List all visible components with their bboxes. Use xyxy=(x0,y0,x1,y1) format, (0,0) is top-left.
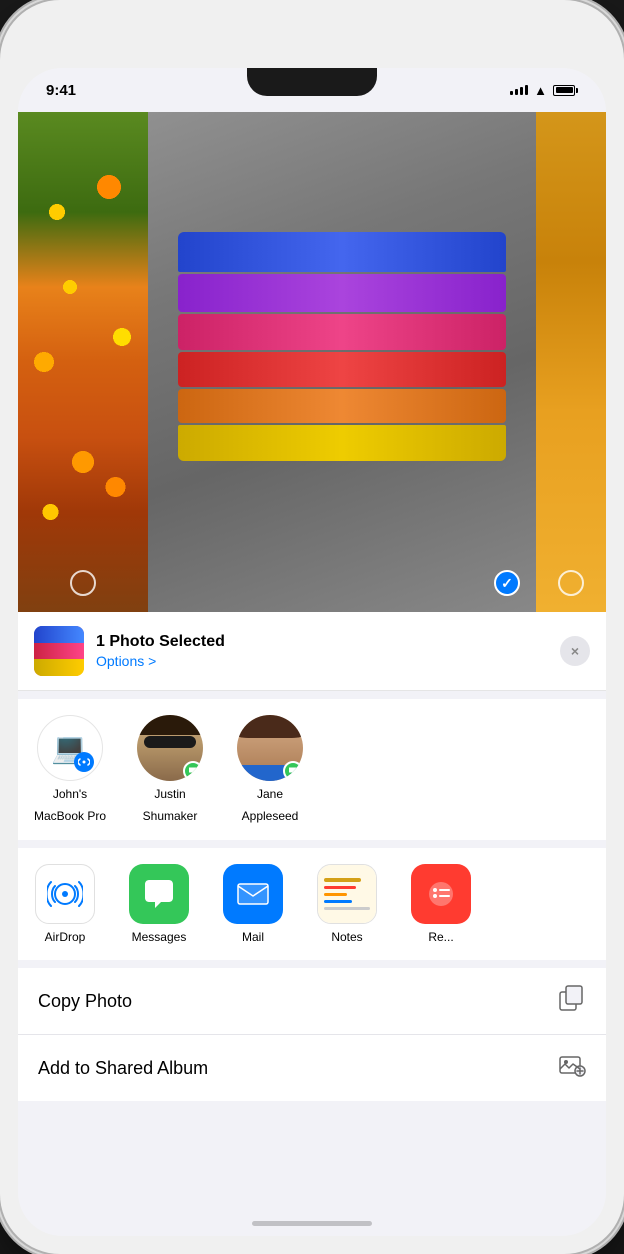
app-airdrop[interactable]: AirDrop xyxy=(30,864,100,944)
notes-line-2 xyxy=(324,893,347,896)
bar1 xyxy=(510,91,513,95)
status-bar: 9:41 ▲ xyxy=(18,68,606,112)
jane-name-1: Jane xyxy=(257,787,283,803)
contacts-row: 💻 John's MacBook Pro xyxy=(18,699,606,840)
share-title: 1 Photo Selected xyxy=(96,633,548,651)
share-header: 1 Photo Selected Options > × xyxy=(18,612,606,691)
mail-app-icon xyxy=(223,864,283,924)
share-title-area: 1 Photo Selected Options > xyxy=(96,633,548,669)
copy-photo-row[interactable]: Copy Photo xyxy=(18,968,606,1035)
jane-name-2: Appleseed xyxy=(242,809,299,825)
notes-label: Notes xyxy=(331,930,362,944)
bar4 xyxy=(525,85,528,95)
status-time: 9:41 xyxy=(46,82,76,99)
justin-name-2: Shumaker xyxy=(143,809,198,825)
signal-bars-icon xyxy=(510,85,528,95)
app-reminders[interactable]: Re... xyxy=(406,864,476,944)
messages-app-icon xyxy=(129,864,189,924)
notes-app-icon xyxy=(317,864,377,924)
battery-icon xyxy=(553,85,578,96)
stripe-red xyxy=(178,352,506,387)
stripe-purple xyxy=(178,274,506,312)
justin-avatar xyxy=(137,715,203,781)
macbook-name-2: MacBook Pro xyxy=(34,809,106,825)
airdrop-waves-icon xyxy=(74,752,94,772)
add-to-album-row[interactable]: Add to Shared Album xyxy=(18,1035,606,1101)
status-icons: ▲ xyxy=(510,83,578,98)
app-messages[interactable]: Messages xyxy=(124,864,194,944)
add-to-album-icon xyxy=(558,1051,586,1085)
share-options-button[interactable]: Options > xyxy=(96,653,548,669)
reminders-app-icon xyxy=(411,864,471,924)
thumb-stripe-2 xyxy=(34,643,84,659)
app-notes[interactable]: Notes xyxy=(312,864,382,944)
notes-lines xyxy=(318,865,376,923)
thumb-stripe-3 xyxy=(34,659,84,676)
messages-badge-jane xyxy=(283,761,303,781)
jane-avatar xyxy=(237,715,303,781)
mail-label: Mail xyxy=(242,930,264,944)
stripe-yellow xyxy=(178,425,506,461)
app-row: AirDrop Messages xyxy=(18,848,606,960)
share-sheet: 1 Photo Selected Options > × 💻 xyxy=(18,612,606,1101)
select-circle-right[interactable] xyxy=(558,570,584,596)
messages-label: Messages xyxy=(132,930,187,944)
phone-screen: 9:41 ▲ xyxy=(18,68,606,1236)
bar2 xyxy=(515,89,518,95)
home-indicator[interactable] xyxy=(252,1221,372,1226)
airdrop-icon-svg xyxy=(47,876,83,912)
photo-strip: ✓ xyxy=(18,112,606,612)
messages-badge-justin xyxy=(183,761,203,781)
macbook-name-1: John's xyxy=(53,787,87,803)
stripe-orange xyxy=(178,389,506,423)
contact-jane[interactable]: Jane Appleseed xyxy=(230,715,310,824)
photo-center[interactable]: ✓ xyxy=(148,112,536,612)
photo-right[interactable] xyxy=(536,112,606,612)
notes-line-3 xyxy=(324,900,352,903)
stripe-blue xyxy=(178,232,506,272)
graffiti-art xyxy=(178,232,506,452)
wifi-icon: ▲ xyxy=(534,83,547,98)
bar3 xyxy=(520,87,523,95)
add-to-album-label: Add to Shared Album xyxy=(38,1058,208,1079)
flower-photo xyxy=(18,112,148,612)
reminders-icon-svg xyxy=(423,876,459,912)
airdrop-app-icon xyxy=(35,864,95,924)
photo-thumbnail xyxy=(34,626,84,676)
copy-photo-icon xyxy=(558,984,586,1018)
notch xyxy=(247,68,377,96)
reminders-label: Re... xyxy=(428,930,453,944)
close-button[interactable]: × xyxy=(560,636,590,666)
thumb-stripe-1 xyxy=(34,626,84,643)
select-circle-center[interactable]: ✓ xyxy=(494,570,520,596)
phone-frame: 9:41 ▲ xyxy=(0,0,624,1254)
messages-icon-svg xyxy=(141,876,177,912)
select-circle-left[interactable] xyxy=(70,570,96,596)
airdrop-label: AirDrop xyxy=(45,930,86,944)
mail-icon-svg xyxy=(235,876,271,912)
justin-name-1: Justin xyxy=(154,787,185,803)
stripe-pink xyxy=(178,314,506,350)
contact-macbook[interactable]: 💻 John's MacBook Pro xyxy=(30,715,110,824)
notes-title-line xyxy=(324,878,361,882)
notes-line-1 xyxy=(324,886,356,889)
action-rows: Copy Photo Add to Shared Album xyxy=(18,968,606,1101)
photo-left[interactable] xyxy=(18,112,148,612)
macbook-avatar: 💻 xyxy=(37,715,103,781)
app-mail[interactable]: Mail xyxy=(218,864,288,944)
contact-justin[interactable]: Justin Shumaker xyxy=(130,715,210,824)
notes-line-4 xyxy=(324,907,370,910)
copy-photo-label: Copy Photo xyxy=(38,991,132,1012)
